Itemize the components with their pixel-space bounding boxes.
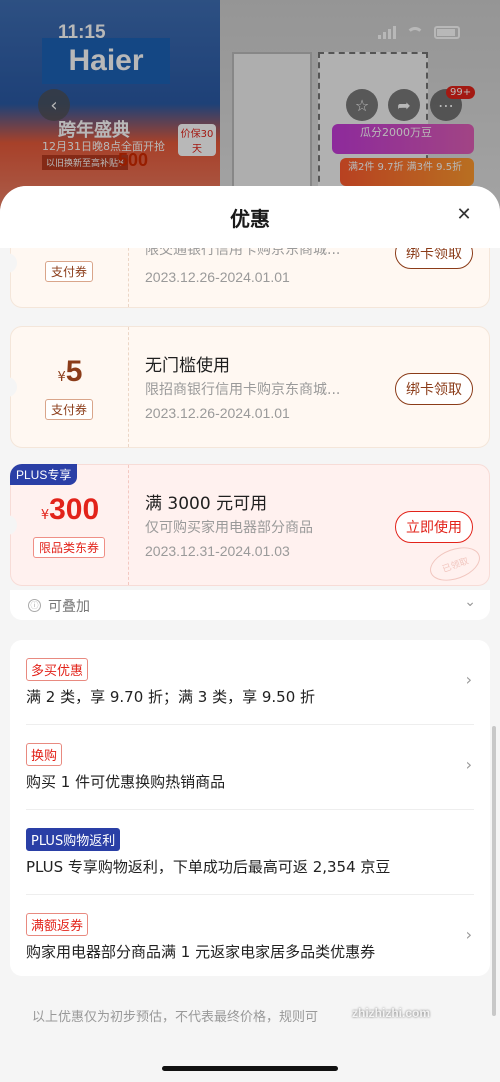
use-now-button[interactable]: 立即使用 [395,511,473,543]
coupon-type: 支付券 [45,261,94,282]
promo-item[interactable]: 满额返券 购家用电器部分商品满 1 元返家电家居多品类优惠券 › [10,895,490,979]
discount-sheet: 优惠 ✕ 支付券 限交通银行信用卡购京东商城... 2023.12.26-202… [0,186,500,1082]
coupon-card-plus: PLUS专享 ¥300 限品类东券 满 3000 元可用 仅可购买家用电器部分商… [5,464,490,587]
promo-tag: 多买优惠 [26,658,89,681]
bind-card-button[interactable]: 绑卡领取 [395,373,473,405]
coupon-desc: 限招商银行信用卡购京东商城... [145,382,341,398]
coupon-card: ¥5 支付券 无门槛使用 限招商银行信用卡购京东商城... 2023.12.26… [5,326,490,448]
sheet-title: 优惠 [230,207,270,231]
scrollbar[interactable] [492,726,496,1016]
coupon-date: 2023.12.31-2024.01.03 [145,543,290,559]
coupon-desc: 仅可购买家用电器部分商品 [145,520,313,536]
coupon-amount: ¥300 [11,493,129,527]
promo-tag: 换购 [26,743,63,766]
chevron-right-icon: › [465,755,472,774]
promo-desc: PLUS 专享购物返利，下单成功后最高可返 2,354 京豆 [26,858,391,876]
promo-item[interactable]: PLUS购物返利 PLUS 专享购物返利，下单成功后最高可返 2,354 京豆 [10,810,490,894]
plus-exclusive-tag: PLUS专享 [10,464,78,485]
promo-tag-plus: PLUS购物返利 [26,828,121,851]
currency-symbol: ¥ [57,370,66,385]
stackable-label: 可叠加 [48,599,90,615]
promo-desc: 购买 1 件可优惠换购热销商品 [26,773,226,791]
promo-desc: 满 2 类，享 9.70 折；满 3 类，享 9.50 折 [26,688,316,706]
coupon-date: 2023.12.26-2024.01.01 [145,405,290,421]
chevron-right-icon: › [465,670,472,689]
stack-icon: ⓘ [28,599,41,612]
coupon-title: 满 3000 元可用 [145,494,268,514]
disclaimer-text: 以上优惠仅为初步预估，不代表最终价格，规则可 [32,1010,319,1025]
claimed-stamp: 已领取 [425,541,485,587]
chevron-right-icon: › [465,925,472,944]
watermark: zhizhizhi.com [352,1006,430,1020]
close-button[interactable]: ✕ [454,205,474,225]
coupon-date: 2023.12.26-2024.01.01 [145,269,290,285]
promotions-card: 多买优惠 满 2 类，享 9.70 折；满 3 类，享 9.50 折 › 换购 … [10,640,490,976]
coupon-amount: ¥5 [11,355,129,389]
coupon-value: 5 [65,355,83,388]
home-indicator[interactable] [162,1066,338,1071]
promo-item[interactable]: 换购 购买 1 件可优惠换购热销商品 › [10,725,490,809]
coupon-title: 无门槛使用 [145,356,230,376]
coupon-type: 限品类东券 [33,537,106,558]
promo-item[interactable]: 多买优惠 满 2 类，享 9.70 折；满 3 类，享 9.50 折 › [10,640,490,724]
promo-tag: 满额返券 [26,913,89,936]
chevron-down-icon[interactable]: ⌄ [464,594,476,610]
close-icon: ✕ [456,204,472,225]
promo-desc: 购家用电器部分商品满 1 元返家电家居多品类优惠券 [26,943,376,961]
stackable-row[interactable]: ⓘ 可叠加 ⌄ [10,590,490,620]
coupon-type: 支付券 [45,399,94,420]
sheet-header: 优惠 ✕ [0,186,500,248]
currency-symbol: ¥ [40,508,50,523]
coupon-value: 300 [49,493,100,526]
